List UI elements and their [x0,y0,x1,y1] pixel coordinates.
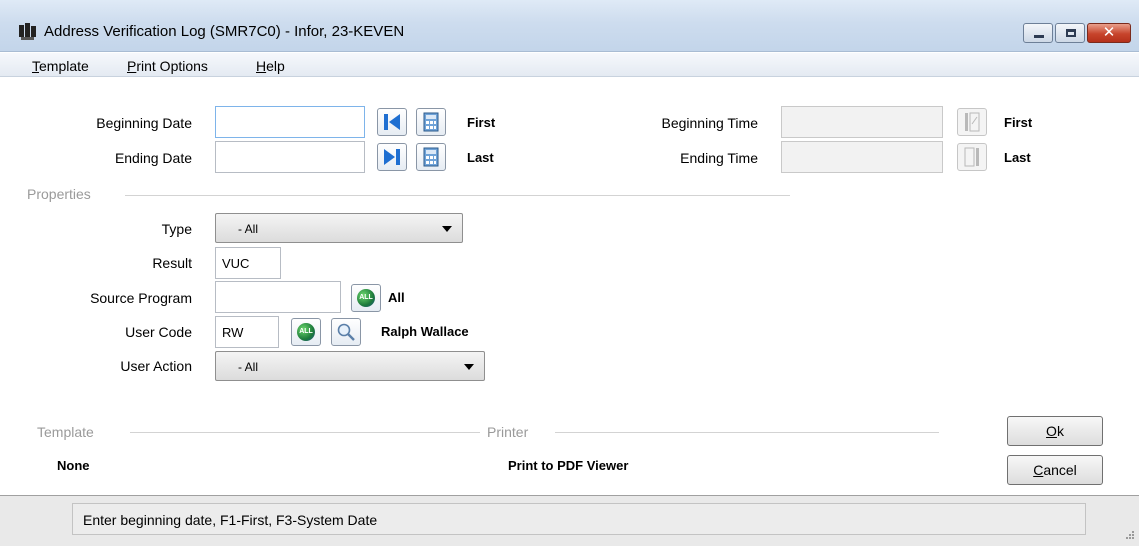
ending-date-input[interactable] [215,141,365,173]
ending-date-hint: Last [467,150,494,165]
source-program-all-button[interactable]: ALL [351,284,381,312]
source-program-hint: All [388,290,405,305]
printer-section-label: Printer [487,424,529,440]
menu-print-options-label: rint Options [136,58,208,74]
ending-time-input[interactable] [781,141,943,173]
last-date-button[interactable] [377,143,407,171]
minimize-icon [1034,35,1044,38]
user-action-select-value: - All [238,360,259,374]
clock-last-icon [964,147,979,167]
close-button[interactable]: ✕ [1087,23,1131,43]
template-value: None [57,458,90,473]
beginning-time-label: Beginning Time [661,115,758,131]
user-code-input[interactable] [215,316,279,348]
printer-value: Print to PDF Viewer [508,458,629,473]
source-program-input[interactable] [215,281,341,313]
ok-button[interactable]: Ok [1007,416,1103,446]
calculator-icon [423,112,439,132]
beginning-date-hint: First [467,115,496,130]
minimize-button[interactable] [1023,23,1053,43]
maximize-button[interactable] [1055,23,1085,43]
calendar-button-begin[interactable] [416,108,446,136]
user-code-name: Ralph Wallace [381,324,469,339]
menu-template-accel: T [32,58,39,74]
close-icon: ✕ [1102,23,1116,41]
title-bar: Address Verification Log (SMR7C0) - Info… [0,0,1139,52]
cancel-button[interactable]: Cancel [1007,455,1103,485]
template-divider [130,432,480,433]
calculator-icon [423,147,439,167]
clock-first-icon [965,112,980,132]
type-select[interactable]: - All [215,213,463,243]
printer-divider [555,432,939,433]
window-title: Address Verification Log (SMR7C0) - Info… [44,23,405,40]
beginning-time-hint: First [1004,115,1033,130]
user-action-label: User Action [120,358,192,374]
cancel-label: ancel [1043,462,1077,478]
skip-last-icon [384,149,400,165]
app-icon [19,23,36,40]
beginning-time-input[interactable] [781,106,943,138]
ok-accel: O [1046,423,1057,439]
globe-all-icon: ALL [297,323,315,341]
template-section-label: Template [37,424,94,440]
properties-section-label: Properties [27,186,91,202]
ending-time-hint: Last [1004,150,1031,165]
globe-all-icon: ALL [357,289,375,307]
first-date-button[interactable] [377,108,407,136]
menu-bar: Template Print Options Help [0,53,1139,77]
chevron-down-icon [464,364,474,370]
beginning-date-label: Beginning Date [96,115,192,131]
type-select-value: - All [238,222,259,236]
ending-time-label: Ending Time [680,150,758,166]
status-bar: Enter beginning date, F1-First, F3-Syste… [0,495,1139,546]
cancel-accel: C [1033,462,1044,478]
status-message: Enter beginning date, F1-First, F3-Syste… [72,503,1086,535]
magnifier-icon [337,323,355,341]
last-time-button[interactable] [957,143,987,171]
resize-grip-icon[interactable] [1125,530,1135,540]
first-time-button[interactable] [957,108,987,136]
menu-help-label: elp [266,58,285,74]
user-code-all-button[interactable]: ALL [291,318,321,346]
user-code-label: User Code [125,324,192,340]
ok-label: k [1056,423,1064,439]
result-label: Result [152,255,192,271]
source-program-label: Source Program [90,290,192,306]
beginning-date-input[interactable] [215,106,365,138]
ending-date-label: Ending Date [114,150,192,166]
menu-print-options-accel: P [127,58,137,74]
menu-print-options[interactable]: Print Options [127,58,208,74]
calendar-button-end[interactable] [416,143,446,171]
properties-divider [125,195,790,196]
type-label: Type [161,221,192,237]
menu-template[interactable]: Template [32,58,89,74]
result-input[interactable] [215,247,281,279]
user-action-select[interactable]: - All [215,351,485,381]
skip-first-icon [384,114,400,130]
maximize-icon [1066,29,1076,37]
menu-help[interactable]: Help [256,58,285,74]
user-code-lookup-button[interactable] [331,318,361,346]
chevron-down-icon [442,226,452,232]
menu-help-accel: H [256,58,267,74]
menu-template-label: emplate [39,58,89,74]
